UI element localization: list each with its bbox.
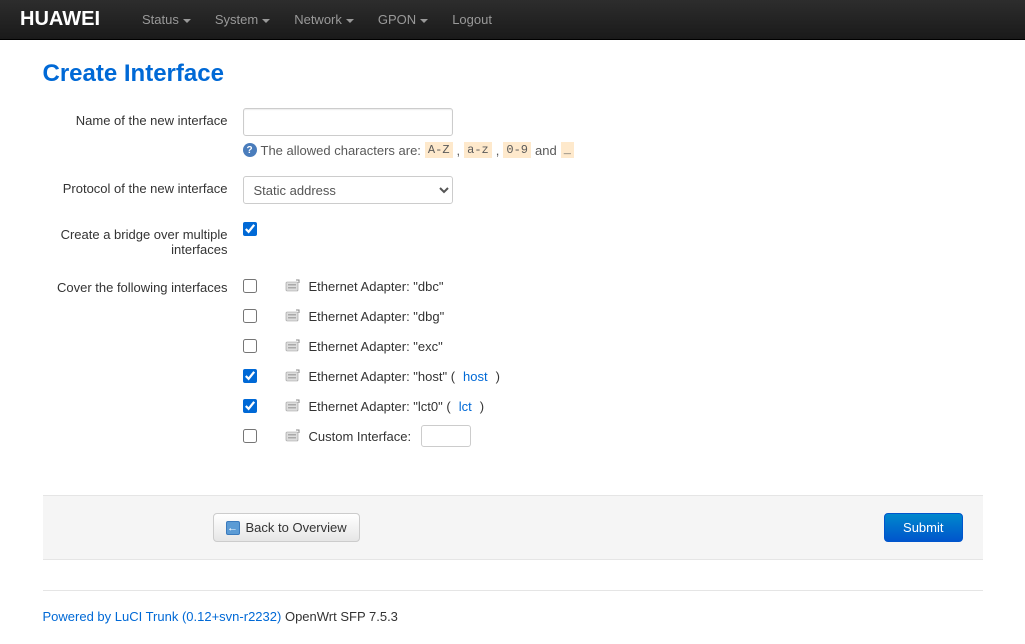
page-title: Create Interface: [43, 60, 983, 88]
nav-logout[interactable]: Logout: [440, 12, 504, 27]
interface-row: Ethernet Adapter: "lct0" (lct): [243, 395, 983, 417]
interface-checkbox-2[interactable]: [243, 339, 257, 353]
submit-button[interactable]: Submit: [884, 513, 962, 542]
protocol-select[interactable]: Static address: [243, 176, 453, 204]
nav-system[interactable]: System: [203, 12, 282, 27]
interface-checkbox-1[interactable]: [243, 309, 257, 323]
interface-link[interactable]: host: [463, 369, 488, 384]
interface-label: Ethernet Adapter: "lct0" (: [309, 399, 451, 414]
ethernet-adapter-icon: [285, 369, 301, 383]
interface-row: Ethernet Adapter: "exc": [243, 335, 983, 357]
luci-link[interactable]: Powered by LuCI Trunk (0.12+svn-r2232): [43, 609, 282, 624]
nav-gpon[interactable]: GPON: [366, 12, 440, 27]
ethernet-adapter-icon: [285, 279, 301, 293]
chevron-down-icon: [262, 19, 270, 23]
interface-label: Ethernet Adapter: "dbc": [309, 279, 444, 294]
navbar: HUAWEI StatusSystemNetworkGPONLogout: [0, 0, 1025, 40]
custom-interface-input[interactable]: [421, 425, 471, 447]
chevron-down-icon: [420, 19, 428, 23]
protocol-label: Protocol of the new interface: [43, 176, 243, 196]
interface-checkbox-4[interactable]: [243, 399, 257, 413]
interface-row-custom: Custom Interface:: [243, 425, 983, 447]
field-cover-interfaces: Cover the following interfaces Ethernet …: [43, 275, 983, 455]
chevron-down-icon: [346, 19, 354, 23]
interface-label: Ethernet Adapter: "host" (: [309, 369, 456, 384]
bridge-label: Create a bridge over multiple interfaces: [43, 222, 243, 257]
nav-status[interactable]: Status: [130, 12, 203, 27]
ethernet-adapter-icon: [285, 339, 301, 353]
name-input[interactable]: [243, 108, 453, 136]
bridge-checkbox[interactable]: [243, 222, 257, 236]
custom-interface-label: Custom Interface:: [309, 429, 412, 444]
field-protocol: Protocol of the new interface Static add…: [43, 176, 983, 204]
interface-row: Ethernet Adapter: "dbc": [243, 275, 983, 297]
interface-row: Ethernet Adapter: "host" (host): [243, 365, 983, 387]
nav-network[interactable]: Network: [282, 12, 366, 27]
ethernet-adapter-icon: [285, 309, 301, 323]
interface-link[interactable]: lct: [459, 399, 472, 414]
name-help: ? The allowed characters are: A-Z, a-z, …: [243, 142, 983, 158]
interface-label: Ethernet Adapter: "dbg": [309, 309, 445, 324]
brand: HUAWEI: [20, 8, 100, 31]
back-arrow-icon: ←: [226, 521, 240, 535]
interface-row: Ethernet Adapter: "dbg": [243, 305, 983, 327]
chevron-down-icon: [183, 19, 191, 23]
ethernet-adapter-icon: [285, 429, 301, 443]
ethernet-adapter-icon: [285, 399, 301, 413]
help-icon: ?: [243, 143, 257, 157]
main-container: Create Interface Name of the new interfa…: [43, 40, 983, 644]
back-button[interactable]: ← Back to Overview: [213, 513, 360, 542]
interface-label: Ethernet Adapter: "exc": [309, 339, 443, 354]
interface-checkbox-custom[interactable]: [243, 429, 257, 443]
interface-checkbox-3[interactable]: [243, 369, 257, 383]
cover-label: Cover the following interfaces: [43, 275, 243, 295]
field-name: Name of the new interface ? The allowed …: [43, 108, 983, 158]
footer: Powered by LuCI Trunk (0.12+svn-r2232) O…: [43, 590, 983, 624]
interface-checkbox-0[interactable]: [243, 279, 257, 293]
field-bridge: Create a bridge over multiple interfaces: [43, 222, 983, 257]
actions-bar: ← Back to Overview Submit: [43, 495, 983, 560]
name-label: Name of the new interface: [43, 108, 243, 128]
